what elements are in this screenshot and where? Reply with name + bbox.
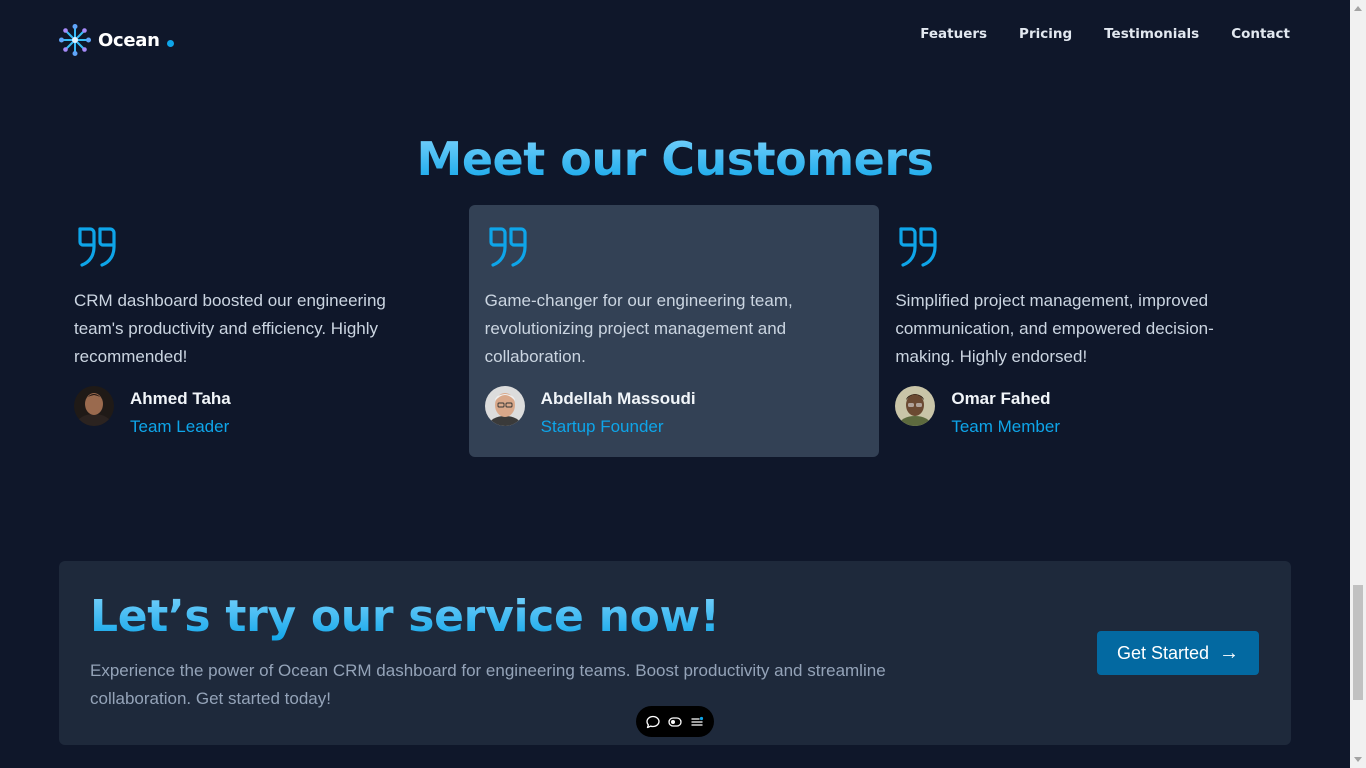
testimonial-text: Simplified project management, improved … [895,291,1214,366]
nav-link-features[interactable]: Featuers [920,26,987,42]
author-role: Team Member [951,417,1060,436]
quote-icon [78,227,116,267]
testimonial-card: CRM dashboard boosted our engineering te… [58,205,469,457]
get-started-button[interactable]: Get Started → [1097,631,1259,675]
author-role: Team Leader [130,417,230,436]
toggle-icon[interactable] [667,714,683,730]
scroll-up-arrow-icon[interactable] [1354,6,1362,11]
testimonial-card: Simplified project management, improved … [879,205,1290,457]
cta-text: Experience the power of Ocean CRM dashbo… [90,661,886,708]
brand-name: Ocean [98,29,160,51]
avatar [484,386,525,426]
testimonial-text: CRM dashboard boosted our engineering te… [74,291,386,366]
brand-dot [166,39,174,47]
author-name: Ahmed Taha [130,389,231,408]
page-scrollbar[interactable] [1350,0,1366,768]
testimonial-cards: CRM dashboard boosted our engineering te… [58,205,1290,457]
testimonial-text: Game-changer for our engineering team, r… [484,291,793,366]
nav-links: Featuers Pricing Testimonials Contact [920,26,1290,42]
navbar: Ocean Featuers Pricing Testimonials Cont… [58,20,1290,60]
testimonial-card-active: Game-changer for our engineering team, r… [468,205,880,457]
testimonial-author: Abdellah Massoudi Startup Founder [484,385,696,441]
nav-link-contact[interactable]: Contact [1231,26,1290,42]
testimonial-author: Ahmed Taha Team Leader [74,385,231,441]
scroll-thumb[interactable] [1353,585,1363,700]
brand-link[interactable]: Ocean [58,23,174,57]
arrow-right-icon: → [1219,642,1240,664]
nav-link-testimonials[interactable]: Testimonials [1104,26,1199,42]
author-name: Abdellah Massoudi [540,389,696,408]
quote-icon [899,227,937,267]
scroll-down-arrow-icon[interactable] [1354,757,1362,762]
get-started-label: Get Started [1116,642,1210,663]
quote-icon [489,227,527,267]
avatar [895,386,936,426]
floating-toolbar [636,706,714,737]
avatar [74,386,114,426]
menu-icon[interactable] [689,714,705,730]
comment-icon[interactable] [645,714,661,730]
nav-link-pricing[interactable]: Pricing [1019,26,1072,42]
testimonial-author: Omar Fahed Team Member [895,385,1060,441]
cta-title: Let’s try our service now! [90,591,720,642]
author-name: Omar Fahed [951,389,1051,408]
ocean-logo-icon [59,24,91,56]
testimonials-title: Meet our Customers [0,132,1350,186]
author-role: Startup Founder [540,417,664,436]
